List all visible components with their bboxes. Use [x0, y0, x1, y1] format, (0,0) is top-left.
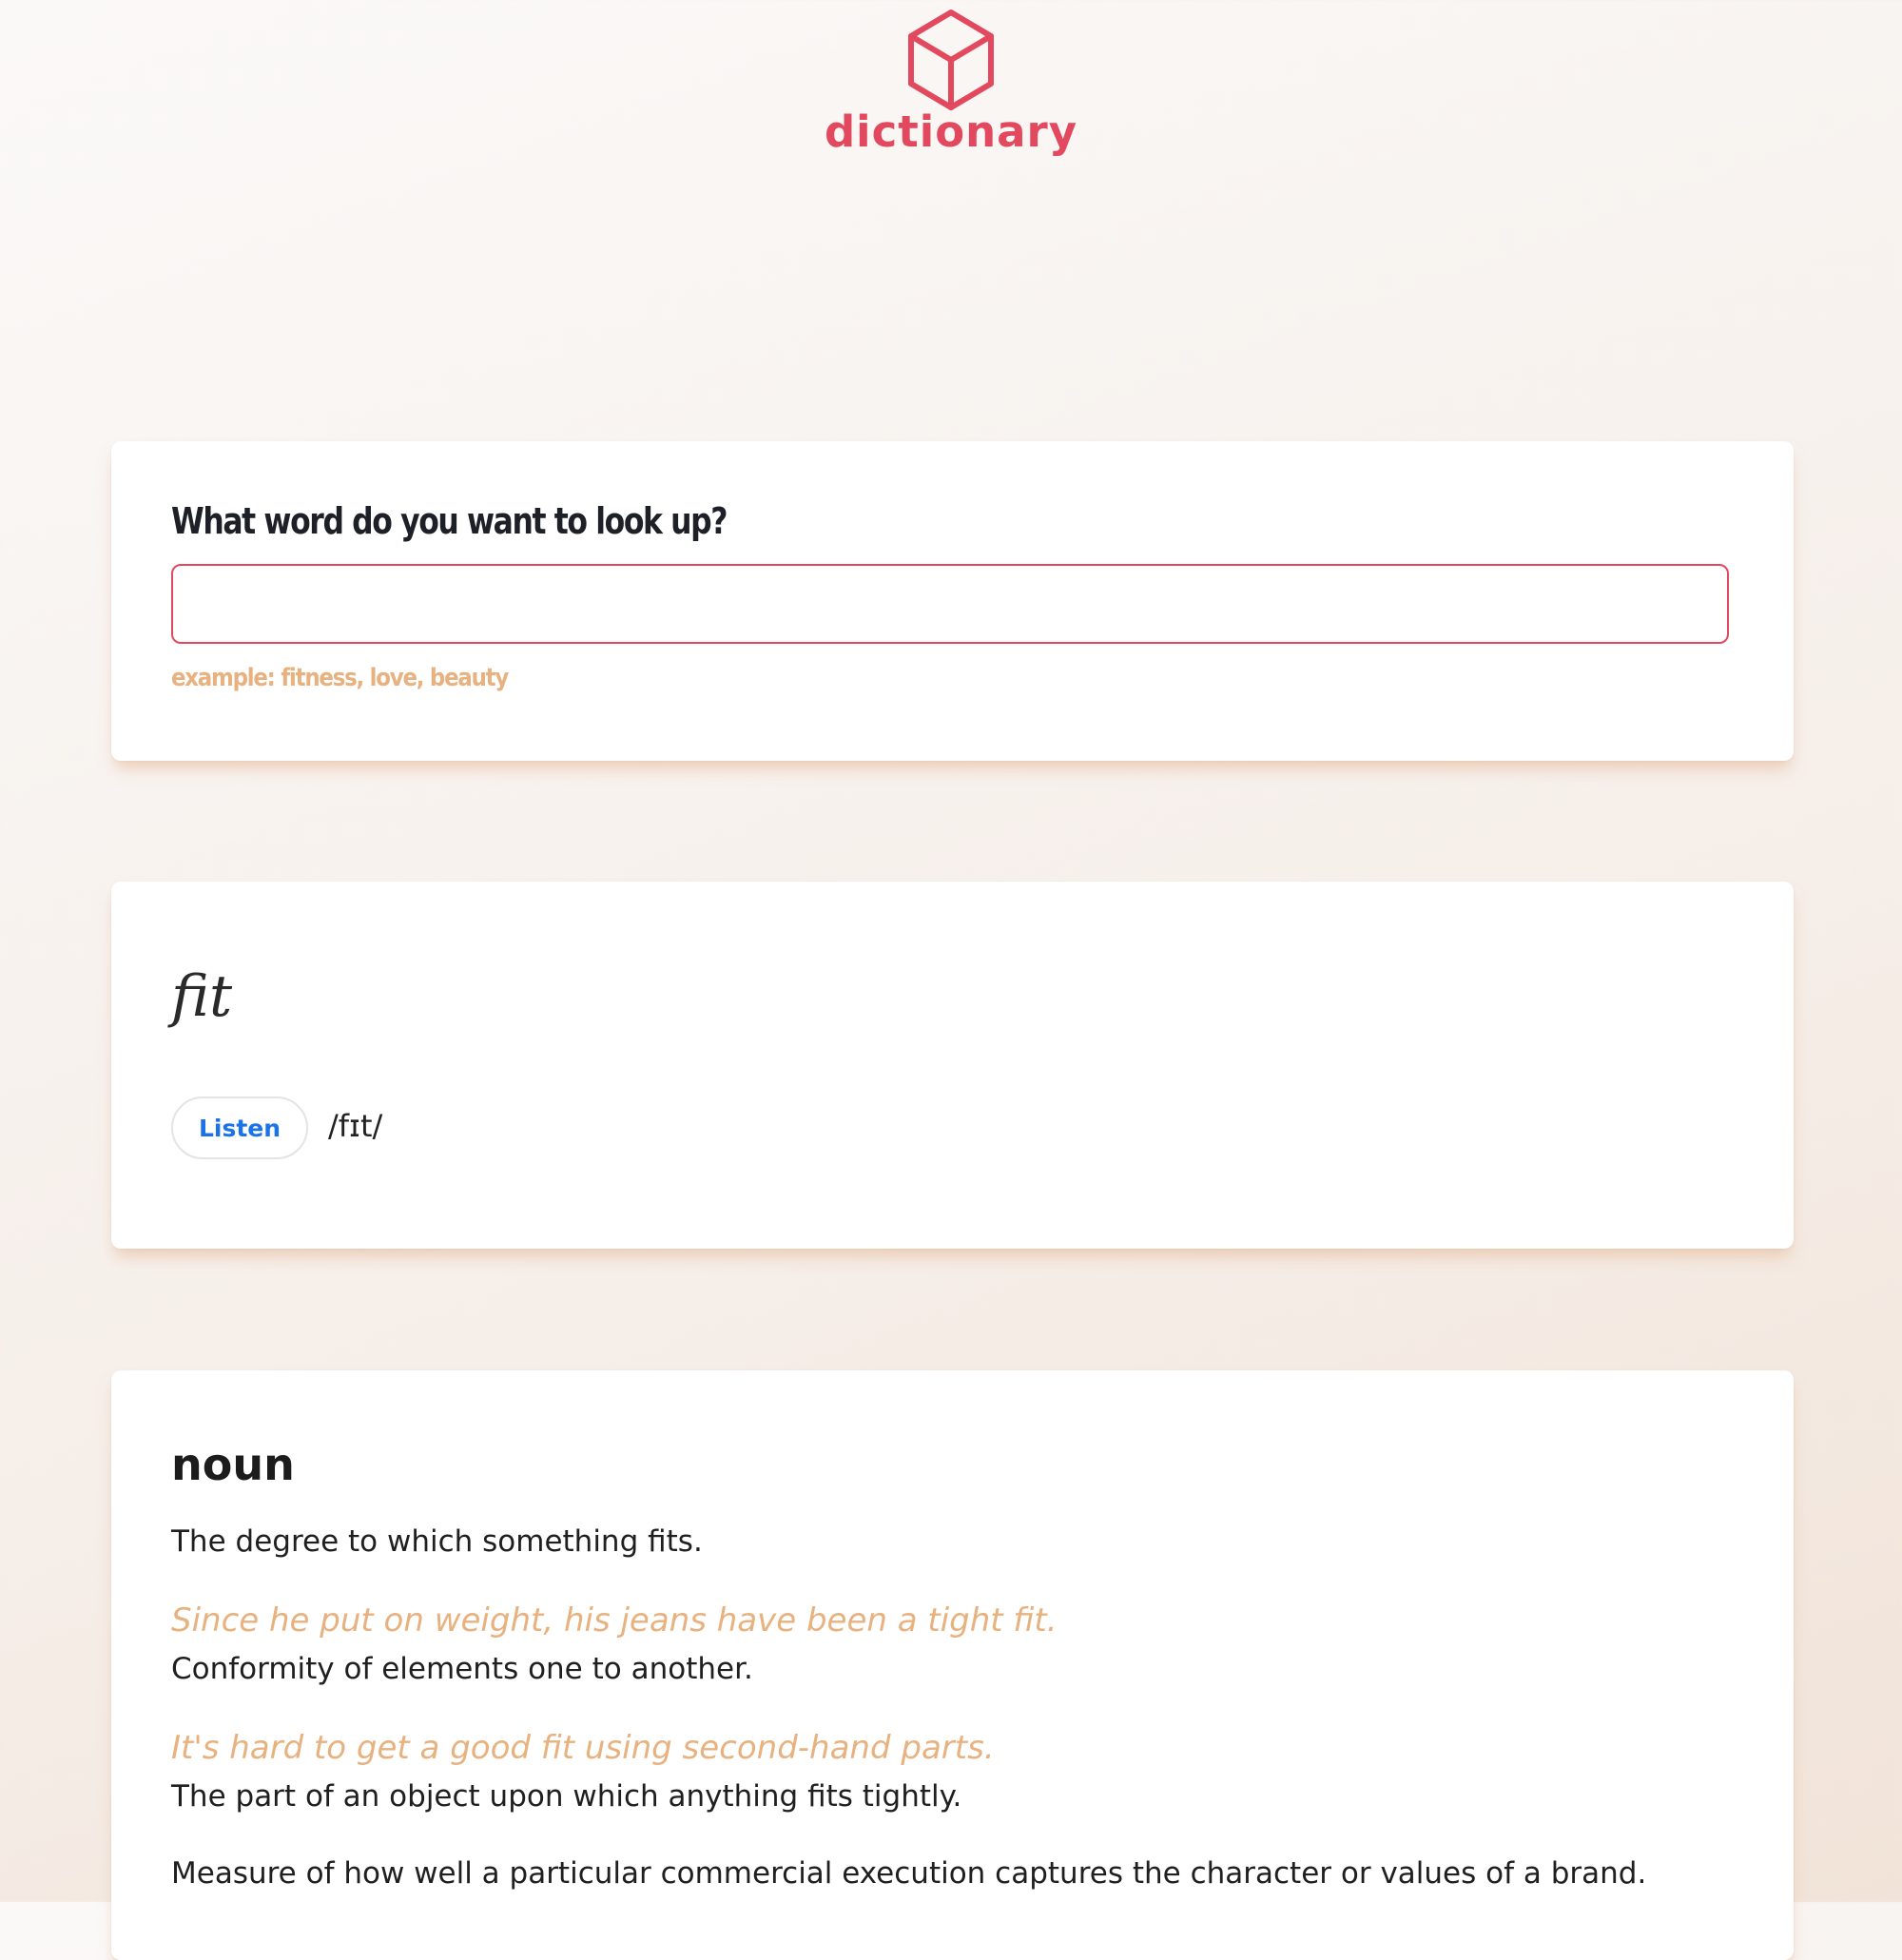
definition-text: The degree to which something fits.: [171, 1524, 703, 1559]
search-label: What word do you want to look up?: [171, 500, 728, 542]
definition-card: noun The degree to which something fits.…: [111, 1370, 1794, 1960]
definition-example: Since he put on weight, his jeans have b…: [171, 1601, 1058, 1640]
phonetic: /fɪt/: [328, 1108, 383, 1144]
definition-spacer: [171, 1814, 1731, 1856]
search-hint: example: fitness, love, beauty: [171, 664, 509, 692]
definition-text: Measure of how well a particular commerc…: [171, 1856, 1647, 1892]
definition-text: The part of an object upon which anythin…: [171, 1778, 962, 1814]
part-of-speech: noun: [171, 1439, 295, 1490]
definition-list: The degree to which something fits. Sinc…: [171, 1524, 1731, 1892]
listen-button[interactable]: Listen: [171, 1096, 308, 1159]
cube-icon: [908, 10, 994, 110]
definition-example: It's hard to get a good fit using second…: [171, 1729, 995, 1768]
header: dictionary: [0, 0, 1902, 171]
headword: fit: [171, 963, 233, 1030]
definition-text: Conformity of elements one to another.: [171, 1651, 753, 1686]
search-card: What word do you want to look up? exampl…: [111, 441, 1794, 761]
search-input[interactable]: [171, 564, 1729, 644]
word-card: fit Listen /fɪt/: [111, 882, 1794, 1249]
logo-text: dictionary: [824, 107, 1078, 157]
